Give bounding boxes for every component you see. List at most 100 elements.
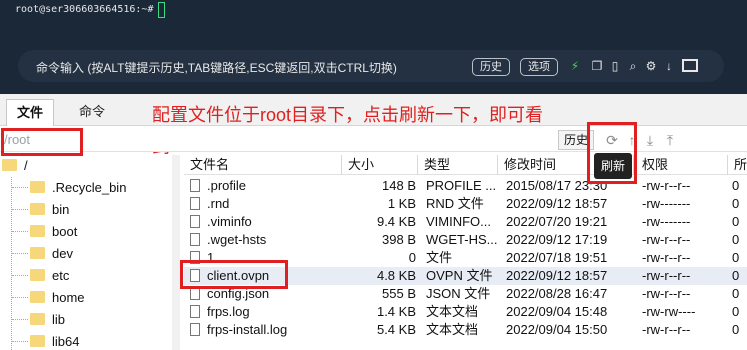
file-name: .viminfo	[207, 214, 252, 229]
tree-item-label: .Recycle_bin	[52, 180, 127, 195]
tree-item-lib[interactable]: lib	[30, 309, 65, 331]
folder-icon	[30, 335, 45, 347]
tree-item-recycle-bin[interactable]: .Recycle_bin	[30, 177, 126, 199]
file-size: 9.4 KB	[376, 214, 416, 229]
search-icon[interactable]: ⌕	[626, 59, 640, 73]
file-icon	[190, 305, 200, 318]
copy-icon[interactable]: ❐	[590, 59, 604, 73]
file-table: 文件名 大小 类型 修改时间 权限 所 .profile 148 B PROFI…	[184, 155, 747, 350]
file-type: PROFILE ...	[426, 178, 497, 193]
tree-branch	[12, 319, 28, 320]
file-owner: 0	[732, 286, 740, 301]
file-owner: 0	[732, 232, 740, 247]
tree-guide-line	[11, 177, 12, 350]
file-owner: 0	[732, 178, 740, 193]
file-icon[interactable]: ▯	[608, 59, 622, 73]
tree-item-label: lib64	[52, 334, 80, 349]
table-row[interactable]: .wget-hsts 398 B WGET-HS... 2022/09/12 1…	[184, 231, 747, 249]
file-name: frps.log	[207, 304, 250, 319]
folder-icon	[30, 203, 45, 215]
file-type: RND 文件	[426, 196, 484, 211]
highlight-path-box	[1, 128, 83, 156]
folder-icon	[30, 269, 45, 281]
column-header-size[interactable]: 大小	[342, 155, 418, 175]
file-type: WGET-HS...	[426, 232, 498, 247]
file-modified: 2022/07/18 19:51	[506, 250, 608, 265]
file-permissions: -rw-rw----	[642, 304, 696, 319]
tree-branch	[12, 275, 28, 276]
tree-item-bin[interactable]: bin	[30, 199, 69, 221]
column-header-owner[interactable]: 所	[728, 155, 747, 175]
file-size: 1.4 KB	[376, 304, 416, 319]
file-modified: 2022/09/04 15:48	[506, 304, 608, 319]
highlight-file-box	[180, 260, 288, 289]
file-name: .rnd	[207, 196, 230, 211]
file-icon	[190, 215, 200, 228]
folder-icon	[30, 181, 45, 193]
command-input-bar[interactable]: 命令输入 (按ALT键提示历史,TAB键路径,ESC键返回,双击CTRL切换) …	[18, 50, 724, 82]
file-modified: 2022/09/12 18:57	[506, 196, 608, 211]
file-modified: 2022/09/04 15:50	[506, 322, 608, 337]
file-owner: 0	[732, 322, 740, 337]
tree-item-home[interactable]: home	[30, 287, 85, 309]
table-row[interactable]: .rnd 1 KB RND 文件 2022/09/12 18:57 -rw---…	[184, 195, 747, 213]
directory-tree: / .Recycle_bin bin boot dev etc home lib…	[0, 155, 180, 350]
tree-item-lib64[interactable]: lib64	[30, 331, 79, 350]
file-permissions: -rw-r--r--	[642, 268, 691, 283]
tree-item-boot[interactable]: boot	[30, 221, 77, 243]
file-size: 5.4 KB	[376, 322, 416, 337]
terminal-cursor	[158, 2, 165, 18]
lightning-icon[interactable]: ⚡	[568, 59, 582, 73]
window-icon[interactable]	[682, 59, 698, 72]
history-button[interactable]: 历史	[472, 58, 510, 76]
column-header-type[interactable]: 类型	[418, 155, 498, 175]
download-icon[interactable]: ↓	[662, 59, 676, 73]
column-header-permissions[interactable]: 权限	[636, 155, 728, 175]
file-modified: 2022/07/20 19:21	[506, 214, 608, 229]
file-owner: 0	[732, 268, 740, 283]
terminal-pane[interactable]: root@ser306603664516:~# 命令输入 (按ALT键提示历史,…	[0, 0, 747, 94]
upload-icon[interactable]: ⤒	[662, 132, 678, 148]
tree-branch	[12, 341, 28, 342]
tree-item-label: dev	[52, 246, 73, 261]
tree-branch	[12, 231, 28, 232]
table-row[interactable]: .viminfo 9.4 KB VIMINFO... 2022/07/20 19…	[184, 213, 747, 231]
file-type: 文本文档	[426, 304, 479, 319]
folder-icon	[2, 159, 17, 171]
table-header: 文件名 大小 类型 修改时间 权限 所	[184, 155, 747, 175]
folder-icon	[30, 225, 45, 237]
column-header-name[interactable]: 文件名	[184, 155, 342, 175]
command-input[interactable]: 命令输入 (按ALT键提示历史,TAB键路径,ESC键返回,双击CTRL切换)	[36, 59, 397, 76]
tree-branch	[12, 209, 28, 210]
file-icon	[190, 233, 200, 246]
tab-files[interactable]: 文件	[6, 99, 54, 126]
file-icon	[190, 323, 200, 336]
tree-branch	[12, 253, 28, 254]
file-size: 398 B	[382, 232, 416, 247]
file-modified: 2022/09/12 18:57	[506, 268, 608, 283]
annotation-line1: 配置文件位于root目录下，点击刷新一下，即可看	[152, 105, 544, 125]
options-button[interactable]: 选项	[520, 58, 558, 76]
file-permissions: -rw-r--r--	[642, 178, 691, 193]
file-owner: 0	[732, 214, 740, 229]
tree-scrollbar[interactable]	[172, 155, 180, 350]
file-permissions: -rw-r--r--	[642, 250, 691, 265]
download-icon[interactable]: ⤓	[642, 132, 658, 148]
tree-item-label: boot	[52, 224, 78, 239]
folder-icon	[30, 313, 45, 325]
gear-icon[interactable]: ⚙	[644, 59, 658, 73]
table-row[interactable]: frps.log 1.4 KB 文本文档 2022/09/04 15:48 -r…	[184, 303, 747, 321]
tree-branch	[12, 297, 28, 298]
terminal-prompt: root@ser306603664516:~#	[15, 4, 154, 15]
table-row[interactable]: frps-install.log 5.4 KB 文本文档 2022/09/04 …	[184, 321, 747, 339]
table-row[interactable]: .profile 148 B PROFILE ... 2015/08/17 23…	[184, 177, 747, 195]
tree-item-dev[interactable]: dev	[30, 243, 73, 265]
file-name: frps-install.log	[207, 322, 288, 337]
tab-commands[interactable]: 命令	[64, 99, 120, 126]
file-permissions: -rw-r--r--	[642, 322, 691, 337]
file-icon	[190, 197, 200, 210]
tree-item-label: lib	[52, 312, 66, 327]
tree-item-root[interactable]: /	[2, 155, 28, 177]
file-permissions: -rw-r--r--	[642, 232, 691, 247]
tree-item-etc[interactable]: etc	[30, 265, 69, 287]
